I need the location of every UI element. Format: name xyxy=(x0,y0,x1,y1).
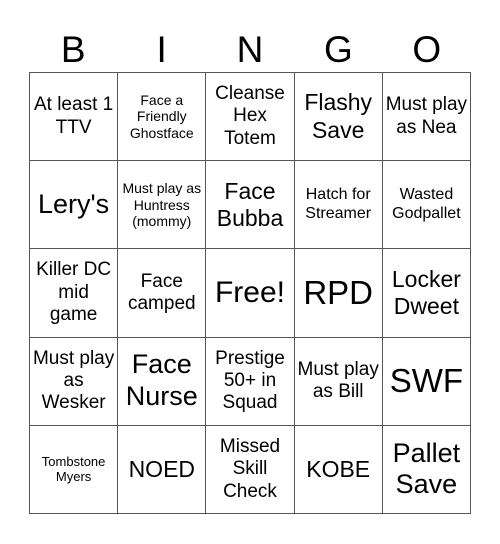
bingo-free-cell[interactable]: Free! xyxy=(206,249,295,338)
bingo-cell[interactable]: Face Bubba xyxy=(206,161,295,250)
header-letter-i: I xyxy=(156,29,167,70)
bingo-cell[interactable]: Cleanse Hex Totem xyxy=(206,73,295,162)
bingo-cell[interactable]: Tombstone Myers xyxy=(30,425,119,514)
bingo-cell[interactable]: NOED xyxy=(118,425,207,514)
bingo-cell[interactable]: Missed Skill Check xyxy=(206,425,295,514)
bingo-cell[interactable]: KOBE xyxy=(294,425,383,514)
bingo-cell[interactable]: Face a Friendly Ghostface xyxy=(118,73,207,162)
bingo-cell[interactable]: Pallet Save xyxy=(382,425,471,514)
bingo-header: B I N G O xyxy=(29,28,471,72)
header-letter-b: B xyxy=(60,29,86,70)
bingo-cell[interactable]: Face Nurse xyxy=(118,337,207,426)
bingo-cell[interactable]: At least 1 TTV xyxy=(30,73,119,162)
bingo-cell[interactable]: Must play as Wesker xyxy=(30,337,119,426)
bingo-cell[interactable]: Wasted Godpallet xyxy=(382,161,471,250)
bingo-cell[interactable]: Flashy Save xyxy=(294,73,383,162)
bingo-cell[interactable]: Killer DC mid game xyxy=(30,249,119,338)
header-letter-o: O xyxy=(412,29,442,70)
bingo-cell[interactable]: Must play as Bill xyxy=(294,337,383,426)
bingo-cell[interactable]: Must play as Nea xyxy=(382,73,471,162)
header-letter-n: N xyxy=(236,29,264,70)
bingo-cell[interactable]: RPD xyxy=(294,249,383,338)
bingo-cell[interactable]: Must play as Huntress (mommy) xyxy=(118,161,207,250)
bingo-cell[interactable]: Face camped xyxy=(118,249,207,338)
header-letter-g: G xyxy=(324,29,353,70)
bingo-cell[interactable]: SWF xyxy=(382,337,471,426)
bingo-cell[interactable]: Prestige 50+ in Squad xyxy=(206,337,295,426)
bingo-board: At least 1 TTV Face a Friendly Ghostface… xyxy=(29,72,471,514)
bingo-cell[interactable]: Locker Dweet xyxy=(382,249,471,338)
bingo-cell[interactable]: Lery's xyxy=(30,161,119,250)
bingo-cell[interactable]: Hatch for Streamer xyxy=(294,161,383,250)
